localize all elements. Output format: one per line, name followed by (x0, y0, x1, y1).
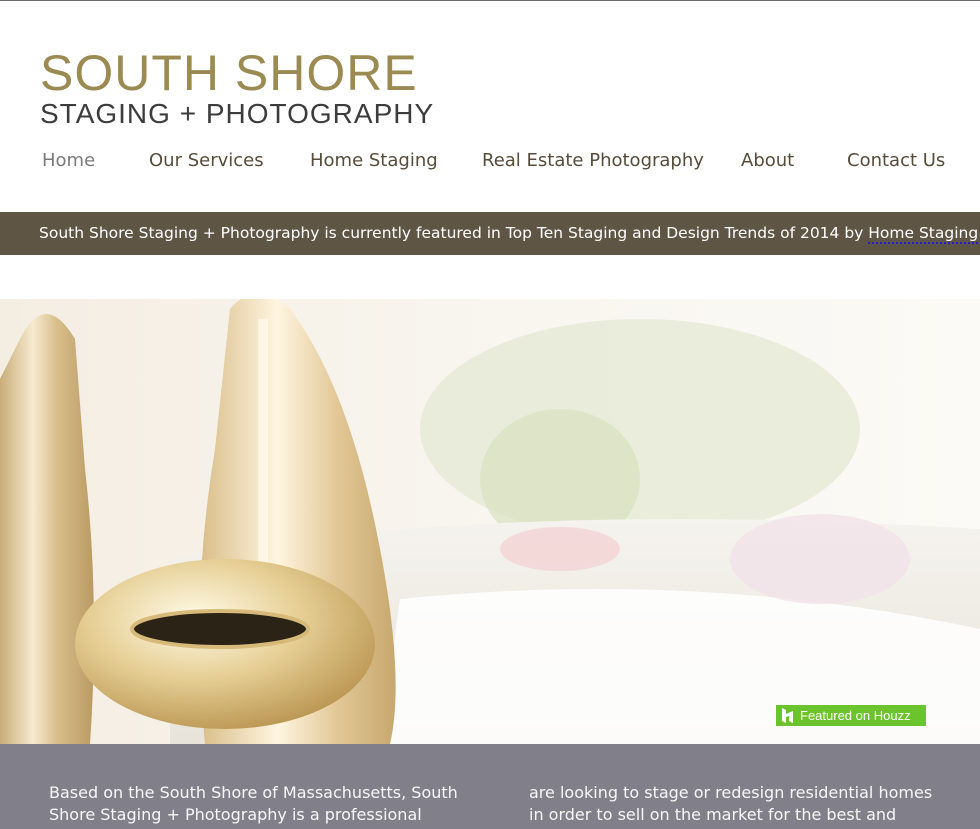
nav-item-real-estate-photography[interactable]: Real Estate Photography (482, 150, 704, 171)
nav-item-home[interactable]: Home (42, 150, 95, 171)
nav-item-home-staging[interactable]: Home Staging (310, 150, 438, 171)
main-nav: Home Our Services Home Staging Real Esta… (0, 150, 980, 178)
nav-item-our-services[interactable]: Our Services (149, 150, 264, 171)
home-staging-resource-link[interactable]: Home Staging Resource (868, 224, 980, 244)
nav-item-contact-us[interactable]: Contact Us (847, 150, 945, 171)
hero-image (0, 299, 980, 744)
banner-text: South Shore Staging + Photography is cur… (39, 224, 869, 242)
houzz-badge-label: Featured on Houzz (800, 708, 911, 723)
logo-subtitle: STAGING + PHOTOGRAPHY (40, 98, 435, 129)
hero-photo-vases (0, 299, 980, 744)
nav-item-about[interactable]: About (741, 150, 794, 171)
featured-banner: South Shore Staging + Photography is cur… (0, 212, 980, 255)
site-logo[interactable]: SOUTH SHORE STAGING + PHOTOGRAPHY (40, 48, 440, 130)
intro-section: Based on the South Shore of Massachusett… (0, 744, 980, 829)
houzz-icon (782, 708, 793, 723)
intro-text-col-1: Based on the South Shore of Massachusett… (49, 783, 458, 829)
intro-text-col-2: are looking to stage or redesign residen… (529, 783, 933, 824)
top-border (0, 0, 980, 1)
featured-on-houzz-badge[interactable]: Featured on Houzz (776, 705, 926, 726)
logo-title: SOUTH SHORE (40, 45, 418, 101)
